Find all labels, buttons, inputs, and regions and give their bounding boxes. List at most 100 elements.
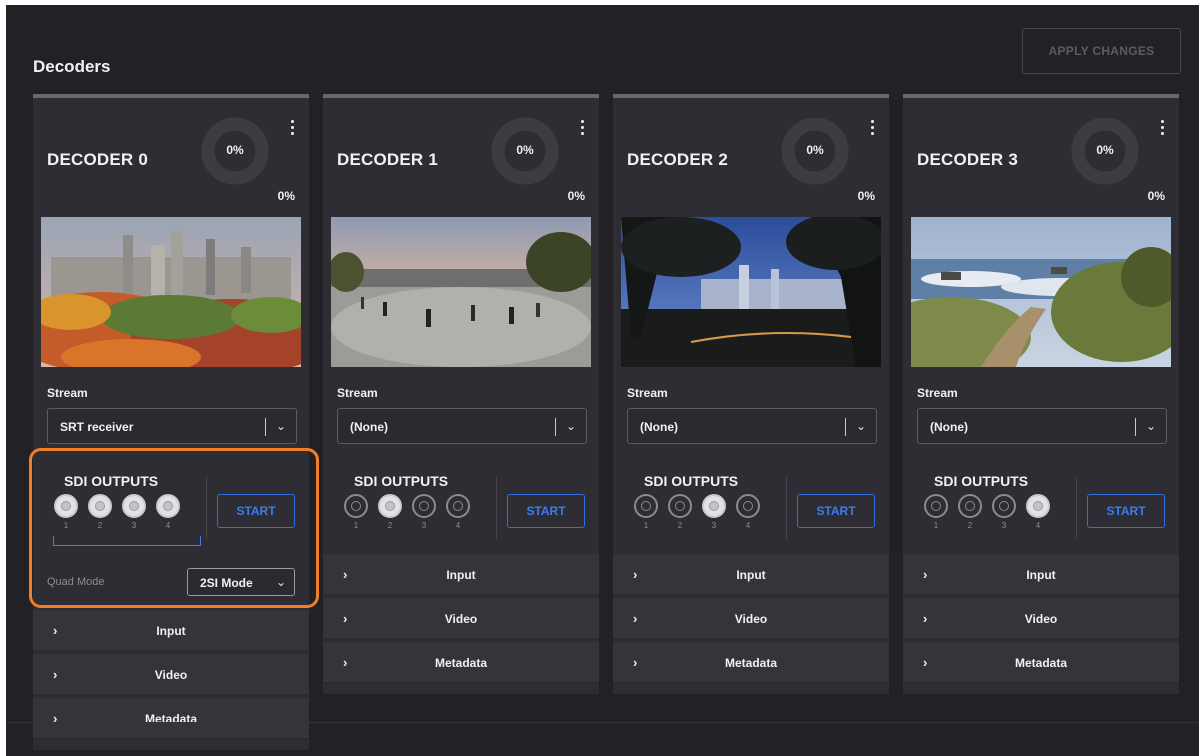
sdi-port-1[interactable] (924, 494, 948, 518)
port-number: 2 (967, 521, 973, 530)
port-number: 3 (1001, 521, 1007, 530)
stream-select[interactable]: SRT receiver ⌄ (47, 408, 297, 444)
chevron-down-icon: ⌄ (275, 419, 286, 433)
accordion-metadata[interactable]: › Metadata (33, 698, 309, 740)
port-number: 4 (1035, 521, 1041, 530)
port-number: 4 (745, 521, 751, 530)
stream-label: Stream (337, 386, 378, 400)
sdi-port-2[interactable] (378, 494, 402, 518)
sdi-port-1[interactable] (344, 494, 368, 518)
apply-changes-button[interactable]: APPLY CHANGES (1022, 28, 1181, 74)
stream-thumbnail (331, 217, 591, 367)
sdi-outputs-title: SDI OUTPUTS (934, 473, 1029, 489)
sdi-port-2[interactable] (958, 494, 982, 518)
sdi-outputs-title: SDI OUTPUTS (354, 473, 449, 489)
stream-select[interactable]: (None) ⌄ (627, 408, 877, 444)
accordion-input[interactable]: › Input (903, 554, 1179, 596)
port-number: 2 (387, 521, 393, 530)
accordion-label: Video (444, 612, 478, 626)
sdi-port-4[interactable] (1026, 494, 1050, 518)
accordion-video[interactable]: › Video (903, 598, 1179, 640)
decoder-title: DECODER 3 (917, 150, 1018, 169)
more-options-icon[interactable] (871, 120, 875, 136)
accordion-metadata[interactable]: › Metadata (323, 642, 599, 684)
chevron-down-icon: ⌄ (565, 419, 576, 433)
accordion-metadata[interactable]: › Metadata (613, 642, 889, 684)
more-options-icon[interactable] (1161, 120, 1165, 136)
accordion-input[interactable]: › Input (613, 554, 889, 596)
select-divider (555, 418, 556, 436)
usage-percent: 0% (857, 189, 875, 203)
decoders-page: Decoders APPLY CHANGES DECODER 0 0% 0% S… (6, 5, 1199, 756)
accordion-label: Metadata (724, 656, 777, 670)
sdi-port-3[interactable] (702, 494, 726, 518)
more-options-icon[interactable] (581, 120, 585, 136)
usage-ring-label: 0% (806, 143, 824, 157)
usage-percent: 0% (277, 189, 295, 203)
accordion-label: Metadata (144, 712, 197, 726)
stream-label: Stream (627, 386, 668, 400)
accordion-label: Input (156, 624, 186, 638)
sdi-port-3[interactable] (412, 494, 436, 518)
stream-thumbnail (41, 217, 301, 367)
decoder-title: DECODER 0 (47, 150, 148, 169)
start-button[interactable]: START (1087, 494, 1165, 528)
page-title: Decoders (33, 57, 111, 76)
decoder-title: DECODER 1 (337, 150, 438, 169)
sdi-ports: 1 2 3 4 (334, 494, 484, 534)
chevron-down-icon: ⌄ (1145, 419, 1156, 433)
decoder-card-0: DECODER 0 0% 0% Stream SRT receiver ⌄ SD… (33, 94, 309, 750)
sdi-outputs-title: SDI OUTPUTS (644, 473, 739, 489)
stream-select[interactable]: (None) ⌄ (917, 408, 1167, 444)
stream-select-value: (None) (930, 420, 968, 434)
accordion-input[interactable]: › Input (323, 554, 599, 596)
start-button[interactable]: START (797, 494, 875, 528)
stream-label: Stream (47, 386, 88, 400)
start-button[interactable]: START (507, 494, 585, 528)
footer-divider (6, 722, 1199, 723)
accordion-input[interactable]: › Input (33, 610, 309, 652)
stream-thumbnail (911, 217, 1171, 367)
accordion-label: Input (736, 568, 766, 582)
port-number: 1 (933, 521, 939, 530)
sdi-port-1[interactable] (634, 494, 658, 518)
decoder-card-2: DECODER 2 0% 0% Stream (None) ⌄ SDI OUTP… (613, 94, 889, 694)
decoder-title: DECODER 2 (627, 150, 728, 169)
accordion-video[interactable]: › Video (33, 654, 309, 696)
sdi-ports: 1 2 3 4 (914, 494, 1064, 534)
sdi-ports: 1 2 3 4 (624, 494, 774, 534)
stream-select-value: SRT receiver (60, 420, 134, 434)
sdi-port-3[interactable] (992, 494, 1016, 518)
quad-mode-highlight (29, 448, 319, 608)
port-number: 3 (421, 521, 427, 530)
accordion-video[interactable]: › Video (613, 598, 889, 640)
usage-ring-label: 0% (1096, 143, 1114, 157)
select-divider (845, 418, 846, 436)
usage-percent: 0% (1147, 189, 1165, 203)
divider (1076, 477, 1077, 539)
usage-percent: 0% (567, 189, 585, 203)
usage-ring-label: 0% (226, 143, 244, 157)
sdi-port-2[interactable] (668, 494, 692, 518)
accordion-video[interactable]: › Video (323, 598, 599, 640)
accordion-metadata[interactable]: › Metadata (903, 642, 1179, 684)
accordion-label: Metadata (1014, 656, 1067, 670)
more-options-icon[interactable] (291, 120, 295, 136)
chevron-down-icon: ⌄ (855, 419, 866, 433)
stream-thumbnail (621, 217, 881, 367)
decoder-card-1: DECODER 1 0% 0% Stream (None) ⌄ SDI OUTP… (323, 94, 599, 694)
port-number: 1 (643, 521, 649, 530)
port-number: 1 (353, 521, 359, 530)
accordion-label: Metadata (434, 656, 487, 670)
accordion-label: Video (154, 668, 188, 682)
port-number: 4 (455, 521, 461, 530)
stream-select-value: (None) (350, 420, 388, 434)
stream-label: Stream (917, 386, 958, 400)
select-divider (1135, 418, 1136, 436)
stream-select[interactable]: (None) ⌄ (337, 408, 587, 444)
sdi-port-4[interactable] (736, 494, 760, 518)
divider (496, 477, 497, 539)
accordion-label: Video (734, 612, 768, 626)
divider (786, 477, 787, 539)
sdi-port-4[interactable] (446, 494, 470, 518)
